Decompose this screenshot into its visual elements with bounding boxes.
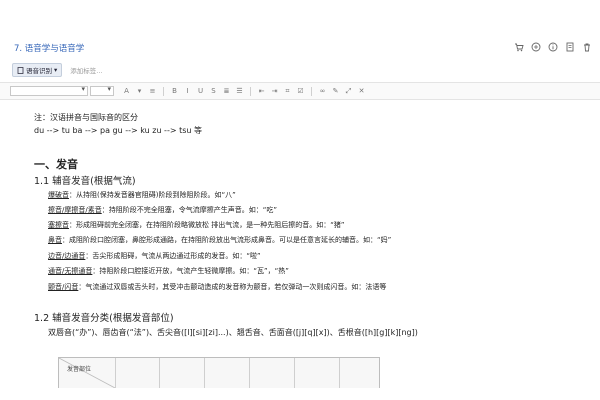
consonant-description: ：持阻阶段口腔接近开放，气流产生轻微摩擦。如：“瓦”，“热”: [92, 267, 289, 275]
table-cell: [115, 358, 116, 388]
consonant-description: ：形成阻碍前完全闭塞，在持阻阶段略微放松 排出气流，是一种先阻后擦的音。如：“猪…: [69, 221, 345, 229]
list-item: 通音/无擦通音：持阻阶段口腔接近开放，气流产生轻微摩擦。如：“瓦”，“热”: [48, 266, 289, 276]
list-item: 塞擦音：形成阻碍前完全闭塞，在持阻阶段略微放松 排出气流，是一种先阻后擦的音。如…: [48, 220, 344, 230]
note-title-bar: 7. 语音学与语音学: [0, 38, 600, 60]
consonant-term: 爆破音: [48, 191, 69, 199]
share-icon[interactable]: [530, 41, 541, 52]
notebook-label: 语音识别: [26, 67, 52, 75]
consonant-term: 鼻音: [48, 236, 62, 244]
notebook-selector[interactable]: 语音识别 ▾: [12, 63, 63, 77]
toolbar-button[interactable]: ☰: [235, 86, 244, 96]
toolbar-button[interactable]: ⤢: [344, 86, 353, 96]
consonant-term: 擦音/摩擦音/素音: [48, 206, 102, 214]
consonant-term: 通音/无擦通音: [48, 267, 93, 275]
table-cell: [294, 358, 295, 388]
notebook-small-icon: [17, 66, 24, 74]
intro-note: 注：汉语拼音与国际音的区分: [34, 113, 138, 122]
toolbar-button[interactable]: ≣: [222, 86, 231, 96]
note-title[interactable]: 7. 语音学与语音学: [14, 42, 84, 54]
format-toolbar: ▾ ▾ A ▾ ≡ B I U S ≣ ☰ ⇤ ⇥ ⌗ ☑ ∞ ✎ ⤢ ✕: [0, 82, 600, 100]
toolbar-button[interactable]: ☑: [296, 86, 305, 96]
toolbar-button[interactable]: ⌗: [283, 86, 292, 96]
font-family-select[interactable]: ▾: [10, 85, 88, 96]
consonant-term: 颤音/闪音: [48, 283, 79, 291]
section-heading-pronunciation: 一、发音: [34, 158, 78, 171]
toolbar-separator: [250, 86, 251, 96]
toolbar-button[interactable]: ≡: [148, 86, 157, 96]
trash-icon[interactable]: [581, 41, 592, 52]
tag-row: 语音识别 ▾ 添加标签...: [12, 63, 102, 77]
consonant-description: ：持阻阶段不完全阻塞，令气流摩擦产生声音。如：“吃”: [101, 206, 277, 214]
toolbar-buttons: A ▾ ≡ B I U S ≣ ☰ ⇤ ⇥ ⌗ ☑ ∞ ✎ ⤢ ✕: [122, 86, 366, 96]
cart-icon[interactable]: [513, 41, 524, 52]
note-body[interactable]: 注：汉语拼音与国际音的区分 du --> tu ba --> pa gu -->…: [0, 100, 600, 400]
chevron-down-icon: ▾: [54, 66, 58, 74]
toolbar-button[interactable]: ✎: [331, 86, 340, 96]
table-cell: [249, 358, 250, 388]
toolbar-separator: [163, 86, 164, 96]
toolbar-button[interactable]: S: [209, 86, 218, 96]
consonant-description: ：成阻阶段口腔闭塞，鼻腔形成通路，在持阻阶段放出气流形成鼻音。可以是任意言延长的…: [62, 236, 392, 244]
list-item: 擦音/摩擦音/素音：持阻阶段不完全阻塞，令气流摩擦产生声音。如：“吃”: [48, 205, 277, 215]
toolbar-button[interactable]: ▾: [135, 86, 144, 96]
info-icon[interactable]: [547, 41, 558, 52]
toolbar-button[interactable]: ∞: [318, 86, 327, 96]
toolbar-button[interactable]: ✕: [357, 86, 366, 96]
articulation-table: 发音部位: [58, 357, 380, 388]
subsection-heading-1-1: 1.1 辅音发音(根据气流): [34, 176, 136, 187]
table-cell: [159, 358, 160, 388]
table-diagonal-cell: [59, 358, 115, 388]
consonant-term: 塞擦音: [48, 221, 69, 229]
table-cell: [204, 358, 205, 388]
title-icon-group: [513, 41, 592, 52]
chevron-down-icon: ▾: [81, 85, 85, 93]
list-item: 边音/边通音：舌尖形成阻碍，气流从两边通过形成的发音。如：“啦”: [48, 251, 261, 261]
toolbar-separator: [311, 86, 312, 96]
toolbar-button[interactable]: A: [122, 86, 131, 96]
toolbar-button[interactable]: ⇤: [257, 86, 266, 96]
list-item: 鼻音：成阻阶段口腔闭塞，鼻腔形成通路，在持阻阶段放出气流形成鼻音。可以是任意言延…: [48, 235, 391, 245]
subsection-heading-1-2: 1.2 辅音发音分类(根据发音部位): [34, 313, 174, 324]
font-size-select[interactable]: ▾: [90, 85, 114, 96]
consonant-description: ：舌尖形成阻碍，气流从两边通过形成的发音。如：“啦”: [85, 252, 261, 260]
consonant-description: ：从持阻(保持发音器官阻碍)阶段到除阻阶段。如“八”: [69, 191, 236, 199]
add-tag-input[interactable]: 添加标签...: [70, 65, 102, 75]
pinyin-mapping: du --> tu ba --> pa gu --> ku zu --> tsu…: [34, 126, 202, 135]
toolbar-button[interactable]: ⇥: [270, 86, 279, 96]
list-item: 颤音/闪音：气流通过双唇或舌头时，其受冲击颤动造成的发音称为颤音，若仅弹动一次则…: [48, 282, 386, 292]
table-header-label: 发音部位: [67, 366, 92, 373]
consonant-term: 边音/边通音: [48, 252, 86, 260]
toolbar-button[interactable]: U: [196, 86, 205, 96]
notebook-icon[interactable]: [564, 41, 575, 52]
consonant-description: ：气流通过双唇或舌头时，其受冲击颤动造成的发音称为颤音，若仅弹动一次则成闪音。如…: [78, 283, 387, 291]
toolbar-button[interactable]: B: [170, 86, 179, 96]
toolbar-button[interactable]: I: [183, 86, 192, 96]
table-cell: [339, 358, 340, 388]
list-item: 爆破音：从持阻(保持发音器官阻碍)阶段到除阻阶段。如“八”: [48, 190, 236, 200]
chevron-down-icon: ▾: [107, 85, 111, 93]
places-of-articulation: 双唇音(“办”)、唇齿音(“法”)、舌尖音([l][si][zi]...)、翘舌…: [48, 328, 418, 337]
